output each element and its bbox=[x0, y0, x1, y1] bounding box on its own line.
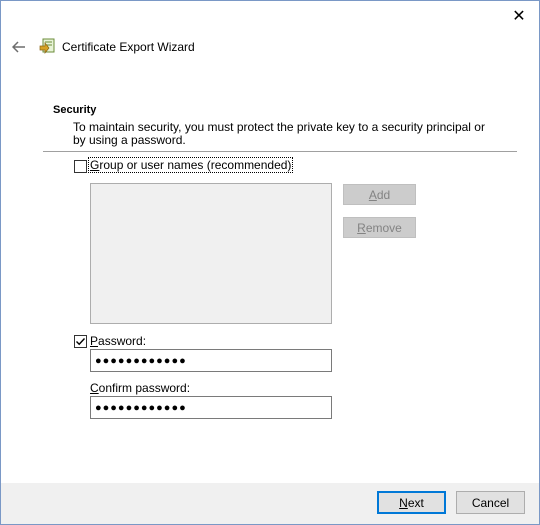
remove-button-text: emove bbox=[365, 220, 402, 235]
group-names-label[interactable]: Group or user names (recommended) bbox=[87, 157, 294, 173]
group-names-label-mnemonic: G bbox=[90, 158, 100, 172]
check-icon bbox=[76, 338, 86, 346]
back-arrow-icon bbox=[12, 41, 25, 53]
cancel-button[interactable]: Cancel bbox=[456, 491, 525, 514]
remove-button-mnemonic: R bbox=[357, 220, 366, 235]
wizard-title: Certificate Export Wizard bbox=[62, 40, 195, 54]
back-button[interactable] bbox=[9, 37, 29, 57]
password-field[interactable]: ●●●●●●●●●●●● bbox=[90, 349, 332, 372]
confirm-password-label: Confirm password: bbox=[90, 381, 190, 395]
confirm-password-label-mnemonic: C bbox=[90, 381, 99, 395]
principals-listbox[interactable] bbox=[90, 183, 332, 324]
add-button-mnemonic: A bbox=[368, 187, 377, 202]
group-names-label-text: roup or user names (recommended) bbox=[99, 158, 292, 172]
divider bbox=[43, 151, 517, 152]
password-label[interactable]: Password: bbox=[90, 334, 146, 348]
wizard-header: ✕ Certificate Export Wizard bbox=[1, 1, 539, 93]
password-label-text: assword: bbox=[98, 334, 147, 348]
certificate-icon bbox=[39, 38, 55, 54]
next-button[interactable]: Next bbox=[377, 491, 446, 514]
security-page: Security To maintain security, you must … bbox=[1, 93, 539, 483]
password-checkbox[interactable] bbox=[74, 335, 87, 348]
remove-button[interactable]: Remove bbox=[343, 217, 416, 238]
add-button[interactable]: Add bbox=[343, 184, 416, 205]
group-names-checkbox[interactable] bbox=[74, 160, 87, 173]
confirm-password-label-text: onfirm password: bbox=[98, 381, 191, 395]
password-label-mnemonic: P bbox=[90, 334, 99, 348]
close-icon: ✕ bbox=[512, 8, 526, 25]
add-button-text: dd bbox=[376, 187, 391, 202]
confirm-password-value: ●●●●●●●●●●●● bbox=[95, 401, 187, 414]
next-button-mnemonic: N bbox=[399, 495, 408, 510]
close-button[interactable]: ✕ bbox=[507, 5, 531, 27]
section-description: To maintain security, you must protect t… bbox=[73, 120, 485, 147]
certificate-export-wizard-window: ✕ Certificate Export Wizard Security To … bbox=[0, 0, 540, 525]
password-value: ●●●●●●●●●●●● bbox=[95, 354, 187, 367]
next-button-text: ext bbox=[407, 495, 424, 510]
confirm-password-field[interactable]: ●●●●●●●●●●●● bbox=[90, 396, 332, 419]
section-heading: Security bbox=[53, 104, 97, 116]
